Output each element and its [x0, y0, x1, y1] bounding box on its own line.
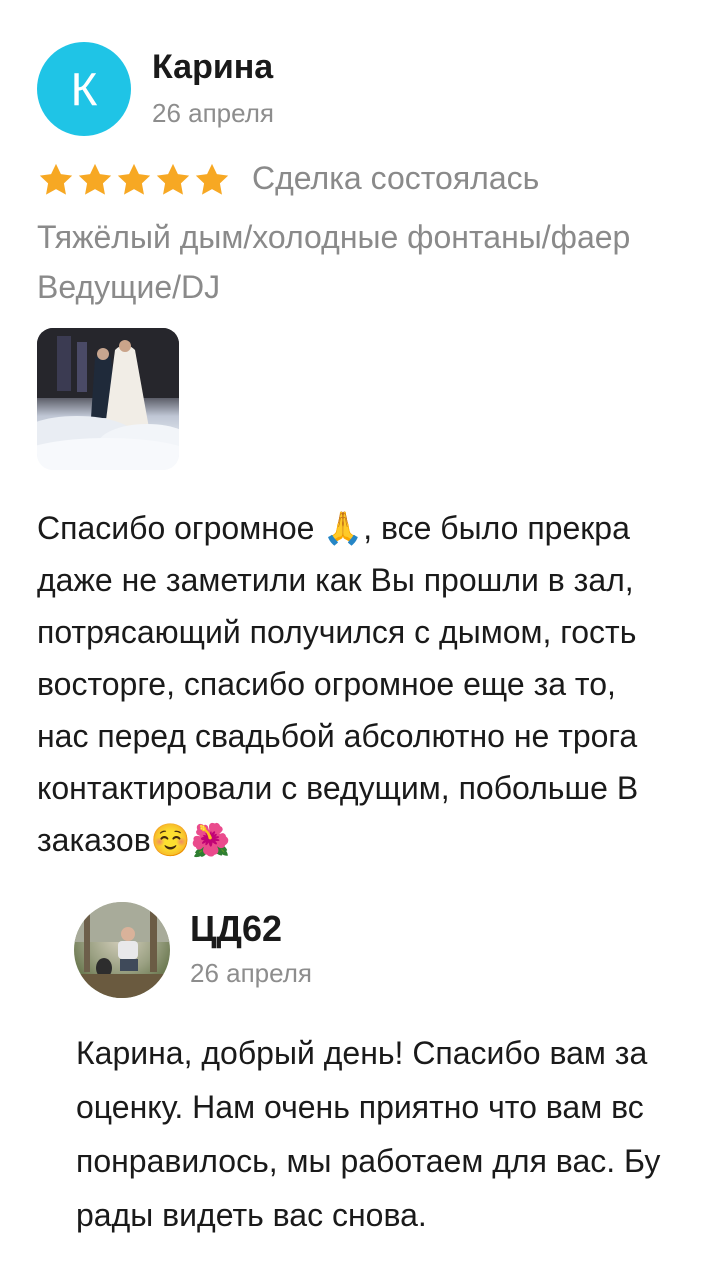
reply-text-line: рады видеть вас снова. — [76, 1197, 427, 1233]
services-line: Тяжёлый дым/холодные фонтаны/фаер — [37, 219, 631, 255]
review-date: 26 апреля — [152, 98, 274, 128]
review-text-line: контактировали с ведущим, побольше В — [37, 770, 639, 806]
reply-avatar[interactable] — [74, 902, 170, 998]
review-text-line: потрясающий получился с дымом, гость — [37, 614, 637, 650]
review-text: Спасибо огромное 🙏, все было прекра даже… — [37, 502, 720, 866]
reply-date: 26 апреля — [190, 958, 312, 988]
author-name[interactable]: Карина — [152, 48, 273, 87]
star-icon — [39, 163, 73, 195]
person-photo-image — [74, 902, 170, 998]
reply-text: Карина, добрый день! Спасибо вам за оцен… — [76, 1026, 720, 1242]
reply-author-name[interactable]: ЦД62 — [190, 908, 282, 950]
star-icon — [117, 163, 151, 195]
wedding-photo-image — [37, 328, 179, 470]
star-icon — [195, 163, 229, 195]
star-icon — [78, 163, 112, 195]
review-card: К Карина 26 апреля Сделка состоялась Тяж… — [0, 0, 720, 1280]
review-text-line: заказов☺️🌺 — [37, 822, 231, 858]
reply-text-line: понравилось, мы работаем для вас. Бу — [76, 1143, 661, 1179]
review-text-line: Спасибо огромное 🙏, все было прекра — [37, 510, 630, 546]
review-text-line: даже не заметили как Вы прошли в зал, — [37, 562, 634, 598]
review-text-line: нас перед свадьбой абсолютно не трога — [37, 718, 638, 754]
star-icon — [156, 163, 190, 195]
review-text-line: восторге, спасибо огромное еще за то, — [37, 666, 616, 702]
services-line: Ведущие/DJ — [37, 269, 221, 305]
services-list: Тяжёлый дым/холодные фонтаны/фаер Ведущи… — [37, 212, 720, 312]
reply-text-line: Карина, добрый день! Спасибо вам за — [76, 1035, 648, 1071]
reply-text-line: оценку. Нам очень приятно что вам вс — [76, 1089, 644, 1125]
deal-status: Сделка состоялась — [252, 160, 540, 196]
author-avatar[interactable]: К — [37, 42, 131, 136]
review-photo[interactable] — [37, 328, 179, 470]
rating-stars — [37, 158, 232, 202]
